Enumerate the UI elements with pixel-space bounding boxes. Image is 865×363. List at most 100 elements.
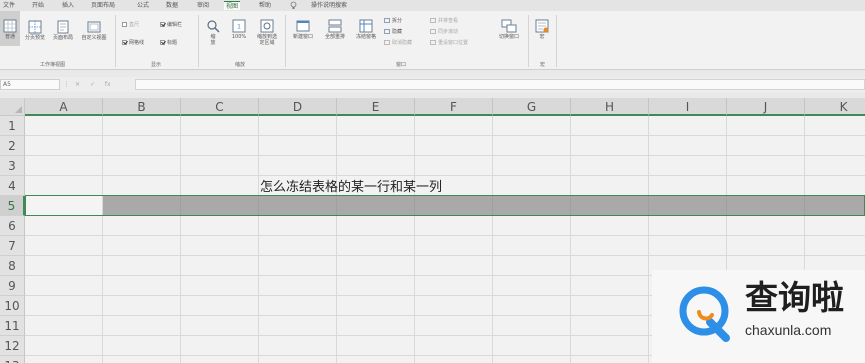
cell-a1[interactable] — [25, 116, 103, 136]
cell-a5[interactable] — [25, 196, 103, 216]
cell-e5[interactable] — [337, 196, 415, 216]
cell-h1[interactable] — [571, 116, 649, 136]
enter-icon[interactable]: ✓ — [90, 81, 95, 88]
custom-views-button[interactable]: 自定义视图 — [78, 20, 110, 41]
row-header-10[interactable]: 10 — [0, 296, 25, 316]
zoom-100-button[interactable]: 1 100% — [228, 19, 250, 40]
cell-g1[interactable] — [493, 116, 571, 136]
cell-b13[interactable] — [103, 356, 181, 363]
menu-insert[interactable]: 插入 — [62, 1, 74, 10]
cell-k2[interactable] — [805, 136, 865, 156]
cell-d7[interactable] — [259, 236, 337, 256]
cell-a13[interactable] — [25, 356, 103, 363]
cell-i4[interactable] — [649, 176, 727, 196]
cell-j6[interactable] — [727, 216, 805, 236]
unhide-button[interactable]: 取消隐藏 — [384, 39, 412, 48]
cancel-icon[interactable]: ✕ — [75, 81, 80, 88]
cell-g6[interactable] — [493, 216, 571, 236]
formula-input[interactable] — [135, 79, 865, 90]
cell-e7[interactable] — [337, 236, 415, 256]
cell-d5[interactable] — [259, 196, 337, 216]
row-header-6[interactable]: 6 — [0, 216, 25, 236]
cell-b10[interactable] — [103, 296, 181, 316]
column-header-g[interactable]: G — [493, 98, 571, 116]
cell-a9[interactable] — [25, 276, 103, 296]
zoom-button[interactable]: 缩放 — [203, 19, 223, 46]
cell-f8[interactable] — [415, 256, 493, 276]
cell-e6[interactable] — [337, 216, 415, 236]
menu-page-layout[interactable]: 页面布局 — [91, 1, 115, 10]
cell-k4[interactable] — [805, 176, 865, 196]
cell-j3[interactable] — [727, 156, 805, 176]
cell-c9[interactable] — [181, 276, 259, 296]
row-header-2[interactable]: 2 — [0, 136, 25, 156]
cell-a4[interactable] — [25, 176, 103, 196]
cell-h10[interactable] — [571, 296, 649, 316]
cell-h2[interactable] — [571, 136, 649, 156]
cell-f13[interactable] — [415, 356, 493, 363]
macros-button[interactable]: 宏 — [533, 19, 551, 40]
cell-c7[interactable] — [181, 236, 259, 256]
row-header-3[interactable]: 3 — [0, 156, 25, 176]
column-header-j[interactable]: J — [727, 98, 805, 116]
cell-b6[interactable] — [103, 216, 181, 236]
cell-i7[interactable] — [649, 236, 727, 256]
cell-b11[interactable] — [103, 316, 181, 336]
cell-f9[interactable] — [415, 276, 493, 296]
cell-c1[interactable] — [181, 116, 259, 136]
page-layout-view-button[interactable]: 页面布局 — [50, 20, 76, 41]
cell-a6[interactable] — [25, 216, 103, 236]
cell-a10[interactable] — [25, 296, 103, 316]
headings-checkbox[interactable]: 标题 — [160, 39, 177, 47]
cell-h9[interactable] — [571, 276, 649, 296]
cell-k1[interactable] — [805, 116, 865, 136]
cell-c8[interactable] — [181, 256, 259, 276]
column-header-k[interactable]: K — [805, 98, 865, 116]
cell-j2[interactable] — [727, 136, 805, 156]
menu-data[interactable]: 数据 — [166, 1, 178, 10]
cell-b5[interactable] — [103, 196, 181, 216]
cell-g8[interactable] — [493, 256, 571, 276]
cell-e13[interactable] — [337, 356, 415, 363]
cell-f11[interactable] — [415, 316, 493, 336]
cell-a3[interactable] — [25, 156, 103, 176]
new-window-button[interactable]: 新建窗口 — [288, 19, 318, 40]
cell-k5[interactable] — [805, 196, 865, 216]
formula-bar-checkbox[interactable]: 编辑栏 — [160, 21, 182, 29]
cell-d13[interactable] — [259, 356, 337, 363]
ruler-checkbox[interactable]: 直尺 — [122, 21, 139, 29]
row-header-4[interactable]: 4 — [0, 176, 25, 196]
menu-formulas[interactable]: 公式 — [137, 1, 149, 10]
row-header-9[interactable]: 9 — [0, 276, 25, 296]
menu-view[interactable]: 视图 — [224, 1, 241, 10]
select-all-button[interactable] — [0, 98, 25, 116]
cell-b1[interactable] — [103, 116, 181, 136]
cell-j5[interactable] — [727, 196, 805, 216]
name-box[interactable]: A5 — [0, 79, 60, 90]
cell-c10[interactable] — [181, 296, 259, 316]
row-header-5[interactable]: 5 — [0, 196, 25, 216]
cell-f6[interactable] — [415, 216, 493, 236]
cell-c6[interactable] — [181, 216, 259, 236]
page-break-preview-button[interactable]: 分页预览 — [24, 20, 46, 41]
cell-i3[interactable] — [649, 156, 727, 176]
cell-f12[interactable] — [415, 336, 493, 356]
menu-home[interactable]: 开始 — [32, 1, 44, 10]
cell-h7[interactable] — [571, 236, 649, 256]
cell-g4[interactable] — [493, 176, 571, 196]
cell-g7[interactable] — [493, 236, 571, 256]
column-header-c[interactable]: C — [181, 98, 259, 116]
cell-f2[interactable] — [415, 136, 493, 156]
cell-f5[interactable] — [415, 196, 493, 216]
cell-h5[interactable] — [571, 196, 649, 216]
cell-b4[interactable] — [103, 176, 181, 196]
cell-h12[interactable] — [571, 336, 649, 356]
menu-file[interactable]: 文件 — [3, 1, 15, 10]
cell-g13[interactable] — [493, 356, 571, 363]
cell-f3[interactable] — [415, 156, 493, 176]
cell-j4[interactable] — [727, 176, 805, 196]
cell-e8[interactable] — [337, 256, 415, 276]
cell-k6[interactable] — [805, 216, 865, 236]
cell-c12[interactable] — [181, 336, 259, 356]
cell-e2[interactable] — [337, 136, 415, 156]
